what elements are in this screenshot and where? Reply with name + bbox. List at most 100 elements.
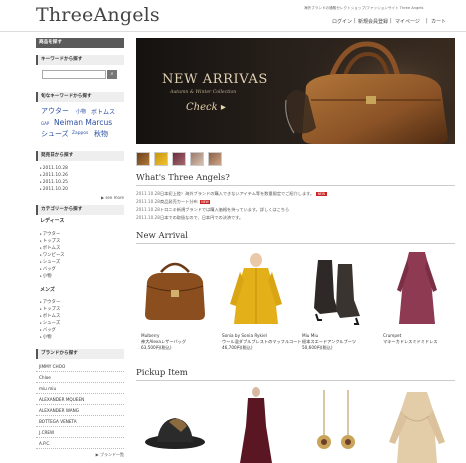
product-name[interactable]: 神大Alexaレザーバッグ [141,339,186,344]
ladies-category-item[interactable]: ボトムス [40,245,61,251]
ladies-category-title: レディース [40,218,65,224]
pickup-image-lace-dress [389,392,445,463]
thumbnail-accessory[interactable] [208,152,222,166]
brand-heading: ブランドから探す [36,349,124,359]
nav-login[interactable]: ログイン [332,18,352,25]
section-divider [136,380,455,381]
product-brand: Mulberry [141,333,160,338]
thumbnail-model[interactable] [190,152,204,166]
nav-divider: | [354,18,356,24]
keyword-search-section: キーワードから探す ⌕ [36,55,124,79]
news-item[interactable]: 2011.10.28日本初上陸！海外ブランドの購入できないアイテム等を数量限定で… [136,191,327,197]
keyword-link[interactable]: Zappos [72,131,88,136]
release-date-section: 発売日から探す 2011.10.28 2011.10.26 2011.10.25… [36,151,124,200]
news-item[interactable]: 2011.10.28日本での取扱なので、日本円での決済です。 [136,215,243,221]
product-name[interactable]: 紐本スエードアンクルブーツ [302,339,356,344]
news-item[interactable]: 2011.10.28トロニキ新規ブランドでは購入価格を持っています。詳しくはこち… [136,207,289,213]
product-name[interactable]: マキーカドレスミドミドレス [383,339,437,344]
mens-category-item[interactable]: アウター [40,299,61,305]
ladies-category-item[interactable]: ワンピース [40,252,65,258]
product-name[interactable]: ウール混ダブルブレストのマッフルコート [222,339,301,344]
keyword-link[interactable]: Neiman Marcus [54,118,112,127]
product-search-section: 商品を探す [36,38,124,48]
brand-link[interactable]: ALEXANDER WANG [36,405,124,416]
new-arrival-title: New Arrival [136,231,189,241]
keyword-search-heading: キーワードから探す [36,55,124,65]
ladies-category-item[interactable]: バッグ [40,266,56,272]
banner-title: NEW ARRIVAS [162,72,268,87]
pickup-card-hat[interactable] [137,386,213,463]
product-brand: Crumpet [383,333,402,338]
brand-link[interactable]: Chloe [36,372,124,383]
news-date: 2011.10.28 [136,199,160,204]
brand-link[interactable]: J.CREW [36,427,124,438]
keyword-link[interactable]: 小物 [76,108,86,115]
section-divider [136,185,455,186]
ladies-category-item[interactable]: トップス [40,238,61,244]
pickup-card-earrings[interactable] [298,386,374,463]
product-image-coat [230,253,282,324]
site-logo[interactable]: ThreeAngels [36,4,160,26]
product-image-bag [145,262,205,320]
brand-link[interactable]: BOTTEGA VENETA [36,416,124,427]
release-date-link[interactable]: 2011.10.26 [40,173,68,178]
search-button[interactable]: ⌕ [107,70,117,79]
pickup-image-hat [145,418,205,449]
product-card-dress[interactable] [379,250,455,330]
brand-link[interactable]: JIMMY CHOO [36,361,124,372]
brand-link[interactable]: miu miu [36,383,124,394]
brand-link[interactable]: A.P.C. [36,438,124,449]
nav-divider: | [426,18,428,24]
banner-thumbnails [136,152,236,166]
news-text: トロニキ新規ブランドでは購入価格を持っています。詳しくはこちら [160,207,290,212]
release-date-link[interactable]: 2011.10.20 [40,187,68,192]
keyword-link[interactable]: ボトムス [91,107,115,116]
release-date-link[interactable]: 2011.10.28 [40,166,68,171]
keyword-link[interactable]: シューズ [41,129,69,139]
mens-category-item[interactable]: ボトムス [40,313,61,319]
mens-category-item[interactable]: 小物 [40,334,52,340]
pickup-card-lace-dress[interactable] [379,386,455,463]
pickup-title: Pickup Item [136,368,188,378]
pickup-card-gown[interactable] [218,386,294,463]
ladies-category-item[interactable]: アウター [40,231,61,237]
category-heading: カテゴリーから探す [36,205,124,215]
release-date-link[interactable]: 2011.10.25 [40,180,68,185]
see-more-link[interactable]: ▶ see more [101,195,124,200]
ladies-category-item[interactable]: 小物 [40,273,52,279]
ladies-category-item[interactable]: シューズ [40,259,60,265]
product-image-boots [314,260,360,325]
product-price: 46,700円(税込) [222,345,253,350]
popular-keywords-section: 旬なキーワードから探す アウター 小物 ボトムス GAP Neiman Marc… [36,92,124,138]
keyword-search-input[interactable] [42,70,106,79]
new-badge: NEW [199,200,211,204]
news-item[interactable]: 2011.10.28商品発売カート分布 NEW [136,199,211,205]
product-price: 50,600円(税込) [302,345,333,350]
mens-category-item[interactable]: バッグ [40,327,56,333]
banner-check-link[interactable]: Check ▸ [186,102,226,113]
product-brand: Sonia by Sonia Rykiel [222,333,267,338]
brand-link[interactable]: ALEXANDER MQUEEN [36,394,124,405]
nav-register[interactable]: 新規会員登録 [358,18,388,25]
keyword-link[interactable]: 秋物 [94,129,108,139]
about-title: What's Three Angels? [136,173,230,183]
brand-list-link[interactable]: ▶ ブランド一覧 [96,452,124,458]
site-tagline: 海外ブランドの通販セレクトショップ/ファッションサイト Three Angels [304,6,424,10]
site-header: ThreeAngels 海外ブランドの通販セレクトショップ/ファッションサイト … [0,0,466,32]
product-price: 63,500円(税込) [141,345,172,350]
keyword-link[interactable]: アウター [41,106,69,116]
mens-category-item[interactable]: シューズ [40,320,60,326]
new-badge: NEW [316,192,327,196]
thumbnail-coat[interactable] [154,152,168,166]
thumbnail-bag[interactable] [136,152,150,166]
product-card-boots[interactable] [298,250,374,330]
product-brand: Miu Miu [302,333,319,338]
hero-banner[interactable]: NEW ARRIVAS Autumn & Winter Collection C… [136,38,455,144]
mens-category-item[interactable]: トップス [40,306,61,312]
keyword-link[interactable]: GAP [41,121,49,126]
product-card-bag[interactable] [137,250,213,330]
thumbnail-dress[interactable] [172,152,186,166]
nav-cart[interactable]: カート [431,18,446,25]
product-card-coat[interactable] [218,250,294,330]
nav-mypage[interactable]: マイページ [395,18,420,25]
